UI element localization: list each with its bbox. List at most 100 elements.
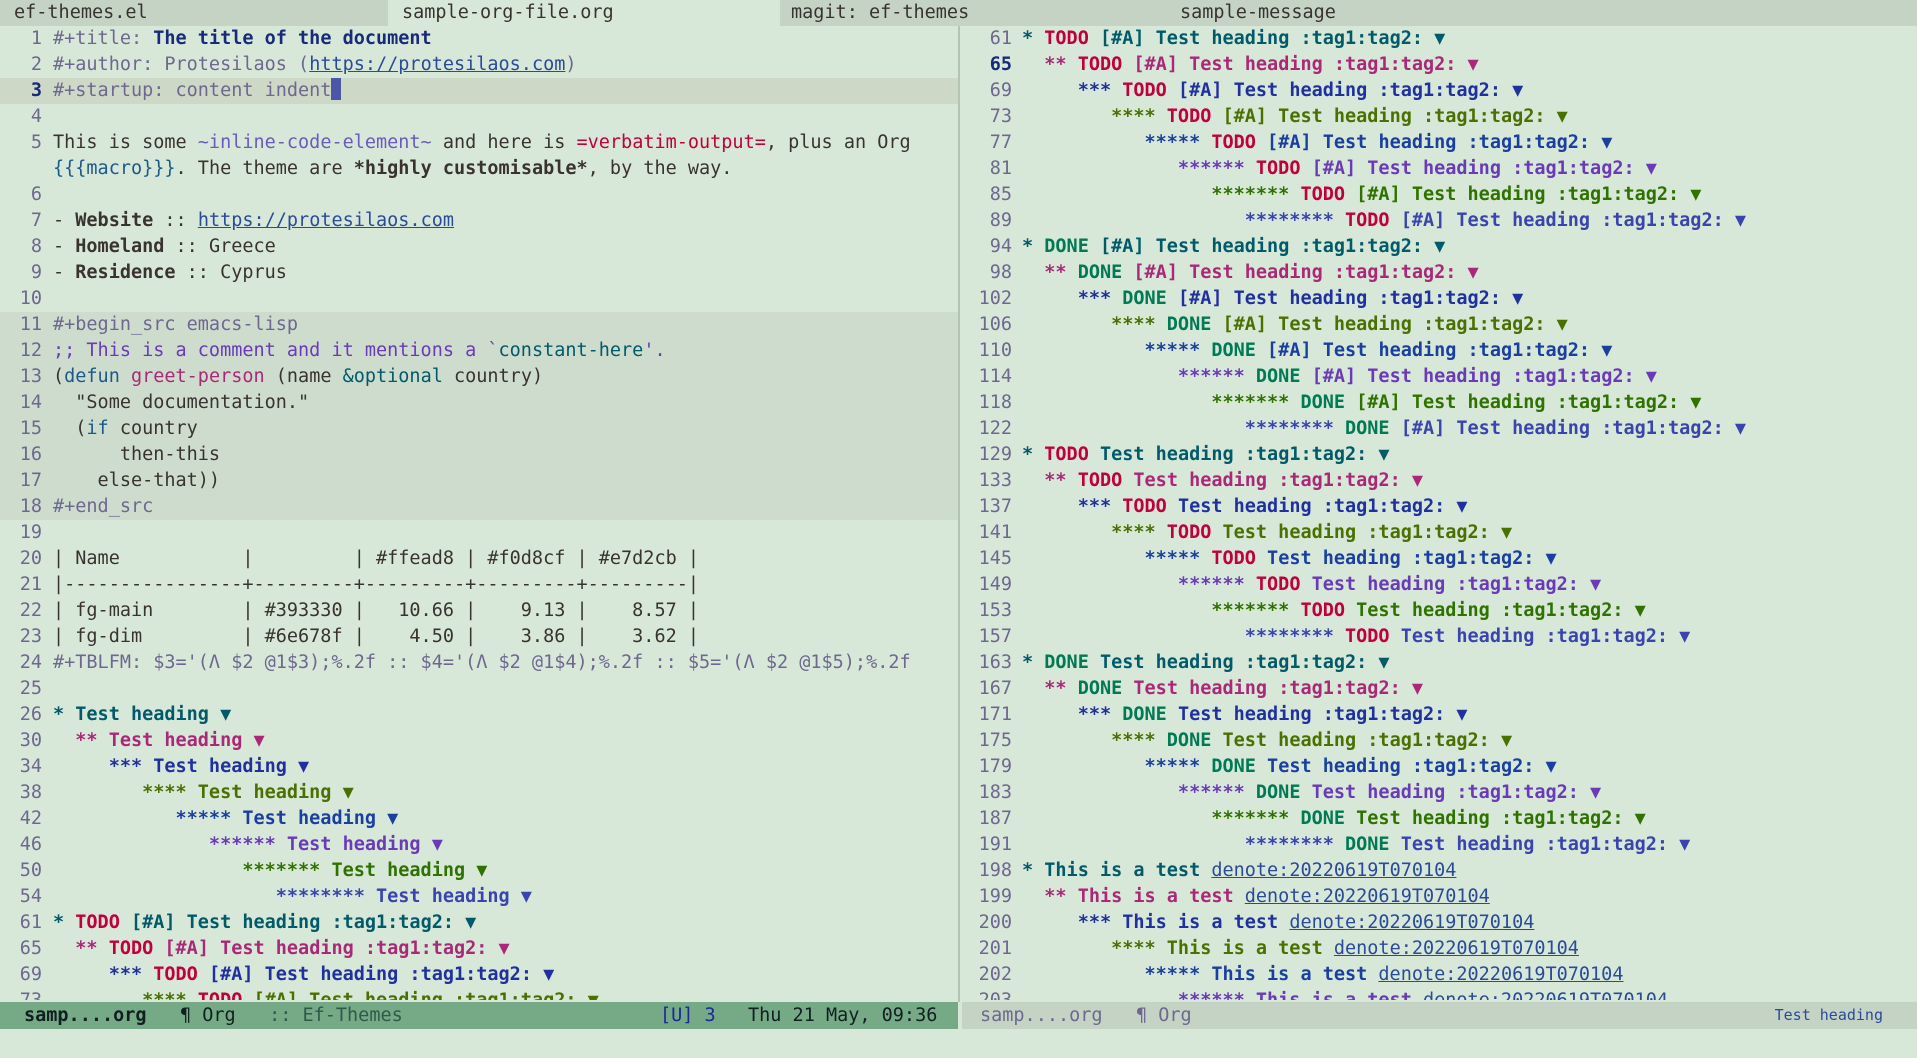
editor-line[interactable]: 129 * TODO Test heading :tag1:tag2: ▼	[962, 442, 1917, 468]
line-number: 163	[978, 652, 1012, 673]
code-token: *** This is a test	[1022, 912, 1290, 933]
editor-line[interactable]: 157 ******** TODO Test heading :tag1:tag…	[962, 624, 1917, 650]
editor-line[interactable]: 69 *** TODO [#A] Test heading :tag1:tag2…	[0, 962, 958, 988]
editor-line[interactable]: 16 then-this	[0, 442, 958, 468]
editor-line[interactable]: 50 ******* Test heading ▼	[0, 858, 958, 884]
editor-line[interactable]: 13 (defun greet-person (name &optional co…	[0, 364, 958, 390]
modeline-major-mode[interactable]: ¶ Org	[180, 1005, 236, 1026]
editor-line[interactable]: 5 This is some ~inline-code-element~ and …	[0, 130, 958, 156]
editor-line[interactable]: 6	[0, 182, 958, 208]
editor-line[interactable]: 141 **** TODO Test heading :tag1:tag2: ▼	[962, 520, 1917, 546]
editor-line[interactable]: 20 | Name | | #ffead8 | #f0d8cf | #e7d2cb…	[0, 546, 958, 572]
editor-line[interactable]: 69 *** TODO [#A] Test heading :tag1:tag2…	[962, 78, 1917, 104]
editor-line[interactable]: 24 #+TBLFM: $3='(Λ $2 @1$3);%.2f :: $4='(…	[0, 650, 958, 676]
code-token: Website	[75, 210, 154, 231]
code-token: *******	[1022, 184, 1301, 205]
editor-line[interactable]: 191 ******** DONE Test heading :tag1:tag…	[962, 832, 1917, 858]
editor-line[interactable]: 118 ******* DONE [#A] Test heading :tag1…	[962, 390, 1917, 416]
editor-line[interactable]: 11 #+begin_src emacs-lisp	[0, 312, 958, 338]
editor-line[interactable]: 175 **** DONE Test heading :tag1:tag2: ▼	[962, 728, 1917, 754]
editor-line[interactable]: 22 | fg-main | #393330 | 10.66 | 9.13 | 8…	[0, 598, 958, 624]
editor-line[interactable]: 167 ** DONE Test heading :tag1:tag2: ▼	[962, 676, 1917, 702]
editor-line[interactable]: 38 **** Test heading ▼	[0, 780, 958, 806]
line-number: 1	[30, 28, 42, 49]
tab-magit-ef-themes[interactable]: magit: ef-themes	[777, 0, 1167, 26]
editor-line[interactable]: 73 **** TODO [#A] Test heading :tag1:tag…	[0, 988, 958, 1000]
editor-line[interactable]: 46 ****** Test heading ▼	[0, 832, 958, 858]
editor-line[interactable]: 3 #+startup: content indent	[0, 78, 958, 104]
editor-line[interactable]: {{{macro}}}. The theme are *highly custo…	[0, 156, 958, 182]
editor-line[interactable]: 94 * DONE [#A] Test heading :tag1:tag2: ▼	[962, 234, 1917, 260]
code-token: DONE	[1166, 314, 1212, 335]
right-editor-pane[interactable]: 61 * TODO [#A] Test heading :tag1:tag2: ▼…	[962, 26, 1917, 1000]
editor-line[interactable]: 4	[0, 104, 958, 130]
editor-line[interactable]: 183 ****** DONE Test heading :tag1:tag2:…	[962, 780, 1917, 806]
code-token: TODO	[1345, 626, 1390, 647]
editor-line[interactable]: 8- Homeland :: Greece	[0, 234, 958, 260]
editor-line[interactable]: 163 * DONE Test heading :tag1:tag2: ▼	[962, 650, 1917, 676]
code-token: ***** Test heading ▼	[53, 808, 399, 829]
left-editor-pane[interactable]: 1 #+title: The title of the document 2 #+au…	[0, 26, 958, 1000]
editor-line[interactable]: 200 *** This is a test denote:20220619T0…	[962, 910, 1917, 936]
editor-line[interactable]: 89 ******** TODO [#A] Test heading :tag1…	[962, 208, 1917, 234]
editor-line[interactable]: 171 *** DONE Test heading :tag1:tag2: ▼	[962, 702, 1917, 728]
editor-line[interactable]: 133 ** TODO Test heading :tag1:tag2: ▼	[962, 468, 1917, 494]
editor-line[interactable]: 122 ******** DONE [#A] Test heading :tag…	[962, 416, 1917, 442]
editor-line[interactable]: 1 #+title: The title of the document	[0, 26, 958, 52]
code-token: [#A] Test heading :tag1:tag2: ▼	[1389, 210, 1746, 231]
editor-line[interactable]: 85 ******* TODO [#A] Test heading :tag1:…	[962, 182, 1917, 208]
code-token: [#A] Test heading :tag1:tag2: ▼	[1122, 54, 1479, 75]
editor-line[interactable]: 81 ****** TODO [#A] Test heading :tag1:t…	[962, 156, 1917, 182]
editor-line[interactable]: 17 else-that))	[0, 468, 958, 494]
editor-line[interactable]: 10	[0, 286, 958, 312]
editor-line[interactable]: 25	[0, 676, 958, 702]
editor-line[interactable]: 145 ***** TODO Test heading :tag1:tag2: …	[962, 546, 1917, 572]
editor-line[interactable]: 199 ** This is a test denote:20220619T07…	[962, 884, 1917, 910]
editor-line[interactable]: 203 ****** This is a test denote:2022061…	[962, 988, 1917, 1000]
editor-line[interactable]: 110 ***** DONE [#A] Test heading :tag1:t…	[962, 338, 1917, 364]
editor-line[interactable]: 201 **** This is a test denote:20220619T…	[962, 936, 1917, 962]
editor-line[interactable]: 65 ** TODO [#A] Test heading :tag1:tag2:…	[0, 936, 958, 962]
modeline-buffer-name[interactable]: samp....org	[24, 1005, 147, 1026]
editor-line[interactable]: 9- Residence :: Cyprus	[0, 260, 958, 286]
editor-line[interactable]: 23 | fg-dim | #6e678f | 4.50 | 3.86 | 3.6…	[0, 624, 958, 650]
editor-line[interactable]: 102 *** DONE [#A] Test heading :tag1:tag…	[962, 286, 1917, 312]
editor-line[interactable]: 106 **** DONE [#A] Test heading :tag1:ta…	[962, 312, 1917, 338]
editor-line[interactable]: 198 * This is a test denote:20220619T0701…	[962, 858, 1917, 884]
editor-line[interactable]: 2 #+author: Protesilaos (https://protesil…	[0, 52, 958, 78]
editor-line[interactable]: 30 ** Test heading ▼	[0, 728, 958, 754]
editor-line[interactable]: 21 |----------------+---------+---------+…	[0, 572, 958, 598]
editor-line[interactable]: 73 **** TODO [#A] Test heading :tag1:tag…	[962, 104, 1917, 130]
tab-ef-themes-el[interactable]: ef-themes.el	[0, 0, 402, 26]
editor-line[interactable]: 42 ***** Test heading ▼	[0, 806, 958, 832]
editor-line[interactable]: 14 "Some documentation."	[0, 390, 958, 416]
editor-line[interactable]: 153 ******* TODO Test heading :tag1:tag2…	[962, 598, 1917, 624]
editor-line[interactable]: 61 * TODO [#A] Test heading :tag1:tag2: ▼	[962, 26, 1917, 52]
editor-line[interactable]: 149 ****** TODO Test heading :tag1:tag2:…	[962, 572, 1917, 598]
tab-sample-org-file[interactable]: sample-org-file.org	[388, 0, 780, 26]
editor-line[interactable]: 98 ** DONE [#A] Test heading :tag1:tag2:…	[962, 260, 1917, 286]
editor-line[interactable]: 7- Website :: https://protesilaos.com	[0, 208, 958, 234]
editor-line[interactable]: 12 ;; This is a comment and it mentions a…	[0, 338, 958, 364]
modeline-major-mode-inactive[interactable]: ¶ Org	[1136, 1005, 1192, 1026]
editor-line[interactable]: 54 ******** Test heading ▼	[0, 884, 958, 910]
editor-line[interactable]: 19	[0, 520, 958, 546]
editor-line[interactable]: 18 #+end_src	[0, 494, 958, 520]
code-token: TODO	[1166, 522, 1212, 543]
editor-line[interactable]: 202 ***** This is a test denote:20220619…	[962, 962, 1917, 988]
editor-line[interactable]: 34 *** Test heading ▼	[0, 754, 958, 780]
editor-line[interactable]: 61 * TODO [#A] Test heading :tag1:tag2: ▼	[0, 910, 958, 936]
editor-line[interactable]: 65 ** TODO [#A] Test heading :tag1:tag2:…	[962, 52, 1917, 78]
editor-line[interactable]: 187 ******* DONE Test heading :tag1:tag2…	[962, 806, 1917, 832]
editor-line[interactable]: 15 (if country	[0, 416, 958, 442]
window-divider[interactable]	[958, 26, 960, 1002]
code-token: Test heading :tag1:tag2: ▼	[1255, 548, 1557, 569]
editor-line[interactable]: 179 ***** DONE Test heading :tag1:tag2: …	[962, 754, 1917, 780]
tab-sample-message[interactable]: sample-message	[1166, 0, 1556, 26]
modeline-buffer-name-inactive[interactable]: samp....org	[980, 1005, 1103, 1026]
editor-line[interactable]: 114 ****** DONE [#A] Test heading :tag1:…	[962, 364, 1917, 390]
editor-line[interactable]: 137 *** TODO Test heading :tag1:tag2: ▼	[962, 494, 1917, 520]
editor-line[interactable]: 77 ***** TODO [#A] Test heading :tag1:ta…	[962, 130, 1917, 156]
code-token: Test heading :tag1:tag2: ▼	[1389, 834, 1691, 855]
editor-line[interactable]: 26 * Test heading ▼	[0, 702, 958, 728]
